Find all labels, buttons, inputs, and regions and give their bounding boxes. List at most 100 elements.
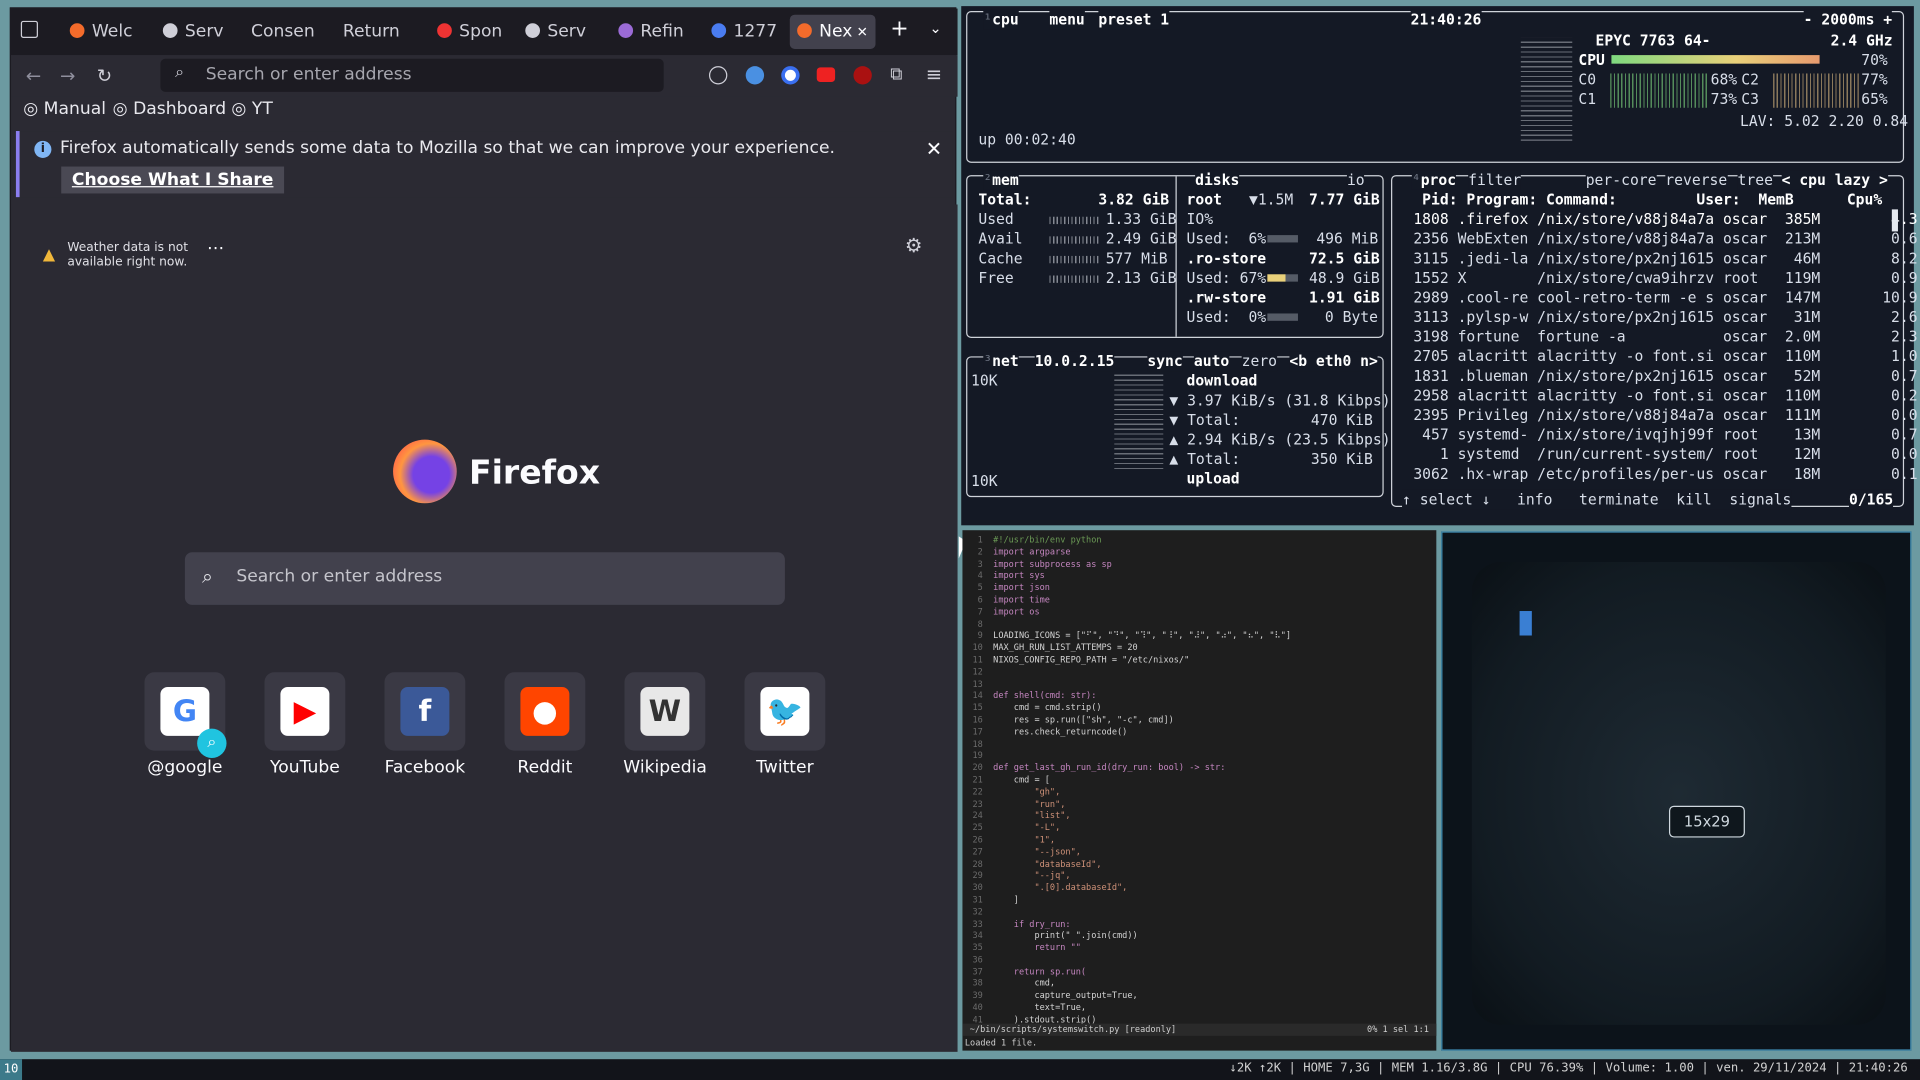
process-row[interactable]: 3198 fortune fortune -a oscar 2.0M 2.3	[1404, 327, 1917, 347]
bookmark-yt[interactable]: ◎ YT	[231, 99, 272, 119]
process-row[interactable]: 2356 WebExten /nix/store/v88j84a7a oscar…	[1404, 229, 1917, 249]
cool-retro-term[interactable]: 15x29	[1441, 531, 1912, 1051]
code-line: 13	[967, 679, 994, 689]
crt-screen[interactable]: 15x29	[1471, 562, 1886, 1025]
proc-per-core[interactable]: per-core	[1585, 170, 1657, 190]
bookmark-label: YT	[251, 99, 273, 119]
proc-footer[interactable]: ↑ select ↓ info terminate kill signals	[1402, 489, 1792, 510]
mem-row-value: 2.49 GiB	[1105, 230, 1177, 248]
code-line: 26 "1",	[967, 835, 1056, 845]
url-bar[interactable]: ⌕ Search or enter address	[160, 58, 664, 92]
status-bar: 10 ↓2K ↑2K | HOME 7,3G | MEM 1.16/3.8G |…	[0, 1059, 1920, 1080]
process-row[interactable]: 1808 .firefox /nix/store/v88j84a7a oscar…	[1404, 209, 1917, 229]
top-site-tile[interactable]: W	[624, 672, 706, 751]
top-site-1[interactable]: ▶ YouTube	[263, 672, 346, 778]
proc-filter[interactable]: filter	[1468, 170, 1522, 190]
code-content[interactable]: 1 #!/usr/bin/env python 2 import argpars…	[967, 535, 1291, 1027]
site-logo-icon: f	[400, 686, 450, 736]
top-site-tile[interactable]: G ⌕	[144, 672, 227, 758]
choose-what-i-share-button[interactable]: Choose What I Share	[61, 166, 285, 194]
top-site-label: Twitter	[756, 757, 814, 778]
ublock-icon[interactable]	[853, 66, 872, 85]
back-icon[interactable]: ←	[26, 64, 41, 88]
hamburger-menu-icon[interactable]: ≡	[926, 62, 942, 85]
top-site-tile[interactable]: f	[384, 672, 466, 751]
net-sync[interactable]: sync	[1147, 351, 1183, 372]
reload-icon[interactable]: ↻	[97, 64, 112, 88]
workspace-indicator[interactable]: 10	[0, 1059, 23, 1080]
proc-header: Pid: Program: Command: User: MemB Cpu%	[1404, 191, 1883, 209]
top-site-tile[interactable]: ●	[504, 672, 586, 751]
top-site-label: YouTube	[270, 757, 340, 778]
top-site-3[interactable]: ● Reddit	[503, 672, 586, 778]
net-zero[interactable]: zero	[1241, 351, 1278, 372]
process-row[interactable]: 1831 .blueman /nix/store/px2nj1615 oscar…	[1404, 366, 1917, 386]
top-site-2[interactable]: f Facebook	[383, 672, 466, 778]
extension-blue-icon[interactable]	[745, 66, 765, 85]
new-tab-button[interactable]: +	[890, 16, 908, 42]
proc-scrollbar[interactable]	[1891, 209, 1898, 232]
youtube-ext-icon[interactable]	[816, 67, 836, 83]
process-row[interactable]: 3115 .jedi-la /nix/store/px2nj1615 oscar…	[1404, 249, 1917, 269]
top-site-0[interactable]: G ⌕ @google	[143, 672, 227, 778]
proc-sort[interactable]: < cpu lazy >	[1781, 170, 1888, 190]
tab-list-icon[interactable]	[20, 20, 38, 38]
search-shortcut-icon: ⌕	[197, 728, 227, 758]
bookmark-dashboard[interactable]: ◎ Dashboard	[113, 99, 226, 119]
search-icon: ⌕	[202, 564, 214, 588]
tab-4[interactable]: Spon	[430, 15, 518, 49]
tab-favicon-icon	[711, 23, 727, 38]
forward-icon[interactable]: →	[60, 64, 75, 88]
proc-reverse[interactable]: reverse	[1665, 170, 1728, 190]
notice-text: Firefox automatically sends some data to…	[60, 138, 835, 158]
process-row[interactable]: 1552 X /nix/store/cwa9ihrzv root 119M 0.…	[1404, 268, 1917, 288]
top-site-tile[interactable]: 🐦	[744, 672, 826, 751]
settings-gear-icon[interactable]: ⚙	[905, 234, 923, 257]
tab-0[interactable]: Welc	[62, 15, 160, 49]
tab-7[interactable]: 1277	[704, 15, 782, 49]
tab-label: Nex	[819, 22, 853, 42]
tab-8[interactable]: Nex ✕	[789, 14, 876, 49]
process-row[interactable]: 2705 alacritt alacritty -o font.si oscar…	[1404, 347, 1917, 367]
update-interval[interactable]: - 2000ms +	[1803, 9, 1893, 30]
process-row[interactable]: 3113 .pylsp-w /nix/store/px2nj1615 oscar…	[1404, 307, 1917, 327]
disk-rw-used: Used: 0%	[1186, 308, 1267, 326]
account-icon[interactable]	[708, 66, 728, 85]
process-row[interactable]: 3062 .hx-wrap /etc/profiles/per-us oscar…	[1404, 464, 1917, 484]
tab-1[interactable]: Serv	[156, 15, 242, 49]
process-row[interactable]: 1 systemd /run/current-system/ root 12M …	[1404, 444, 1918, 464]
tab-2[interactable]: Consen	[244, 15, 332, 49]
io-toggle[interactable]: io	[1346, 170, 1365, 190]
mem-row-label: Cache	[978, 249, 1023, 267]
more-options-icon[interactable]: ⋯	[207, 239, 224, 259]
code-line: 16 res = sp.run(["sh", "-c", cmd])	[967, 715, 1174, 725]
net-auto[interactable]: auto	[1193, 351, 1230, 372]
core-graphs-2	[1773, 73, 1859, 108]
process-row[interactable]: 2958 alacritt alacritty -o font.si oscar…	[1404, 386, 1917, 406]
process-row[interactable]: 457 systemd- /nix/store/ivqjhj99f root 1…	[1404, 425, 1917, 445]
process-row[interactable]: 2989 .cool-re cool-retro-term -e s oscar…	[1404, 288, 1917, 308]
chevron-down-icon[interactable]: ⌄	[929, 20, 941, 37]
code-line: 15 cmd = cmd.strip()	[967, 703, 1102, 713]
bookmark-manual[interactable]: ◎ Manual	[23, 99, 106, 119]
net-interface[interactable]: <b eth0 n>	[1289, 351, 1378, 372]
tab-label: Refin	[640, 22, 684, 42]
code-editor[interactable]: 1 #!/usr/bin/env python 2 import argpars…	[962, 530, 1437, 1051]
tab-3[interactable]: Return	[336, 15, 428, 49]
top-site-tile[interactable]: ▶	[264, 672, 346, 751]
close-tab-icon[interactable]: ✕	[852, 24, 868, 40]
top-site-4[interactable]: W Wikipedia	[623, 672, 707, 778]
extension-ring-icon[interactable]	[781, 66, 800, 85]
menu-button[interactable]: menu	[1049, 9, 1085, 30]
close-icon[interactable]: ✕	[926, 137, 942, 160]
tab-5[interactable]: Serv	[518, 15, 606, 49]
process-row[interactable]: 2395 Privileg /nix/store/v88j84a7a oscar…	[1404, 405, 1917, 425]
top-site-5[interactable]: 🐦 Twitter	[743, 672, 826, 778]
newtab-search-input[interactable]: ⌕ Search or enter address	[184, 552, 785, 605]
preset-label[interactable]: preset 1	[1098, 9, 1170, 30]
newtab-search-placeholder: Search or enter address	[236, 566, 443, 587]
proc-tree[interactable]: tree	[1737, 170, 1773, 190]
tab-6[interactable]: Refin	[611, 15, 697, 49]
mem-row-label: Used	[978, 210, 1014, 228]
extensions-puzzle-icon[interactable]: ⧉	[890, 65, 902, 85]
